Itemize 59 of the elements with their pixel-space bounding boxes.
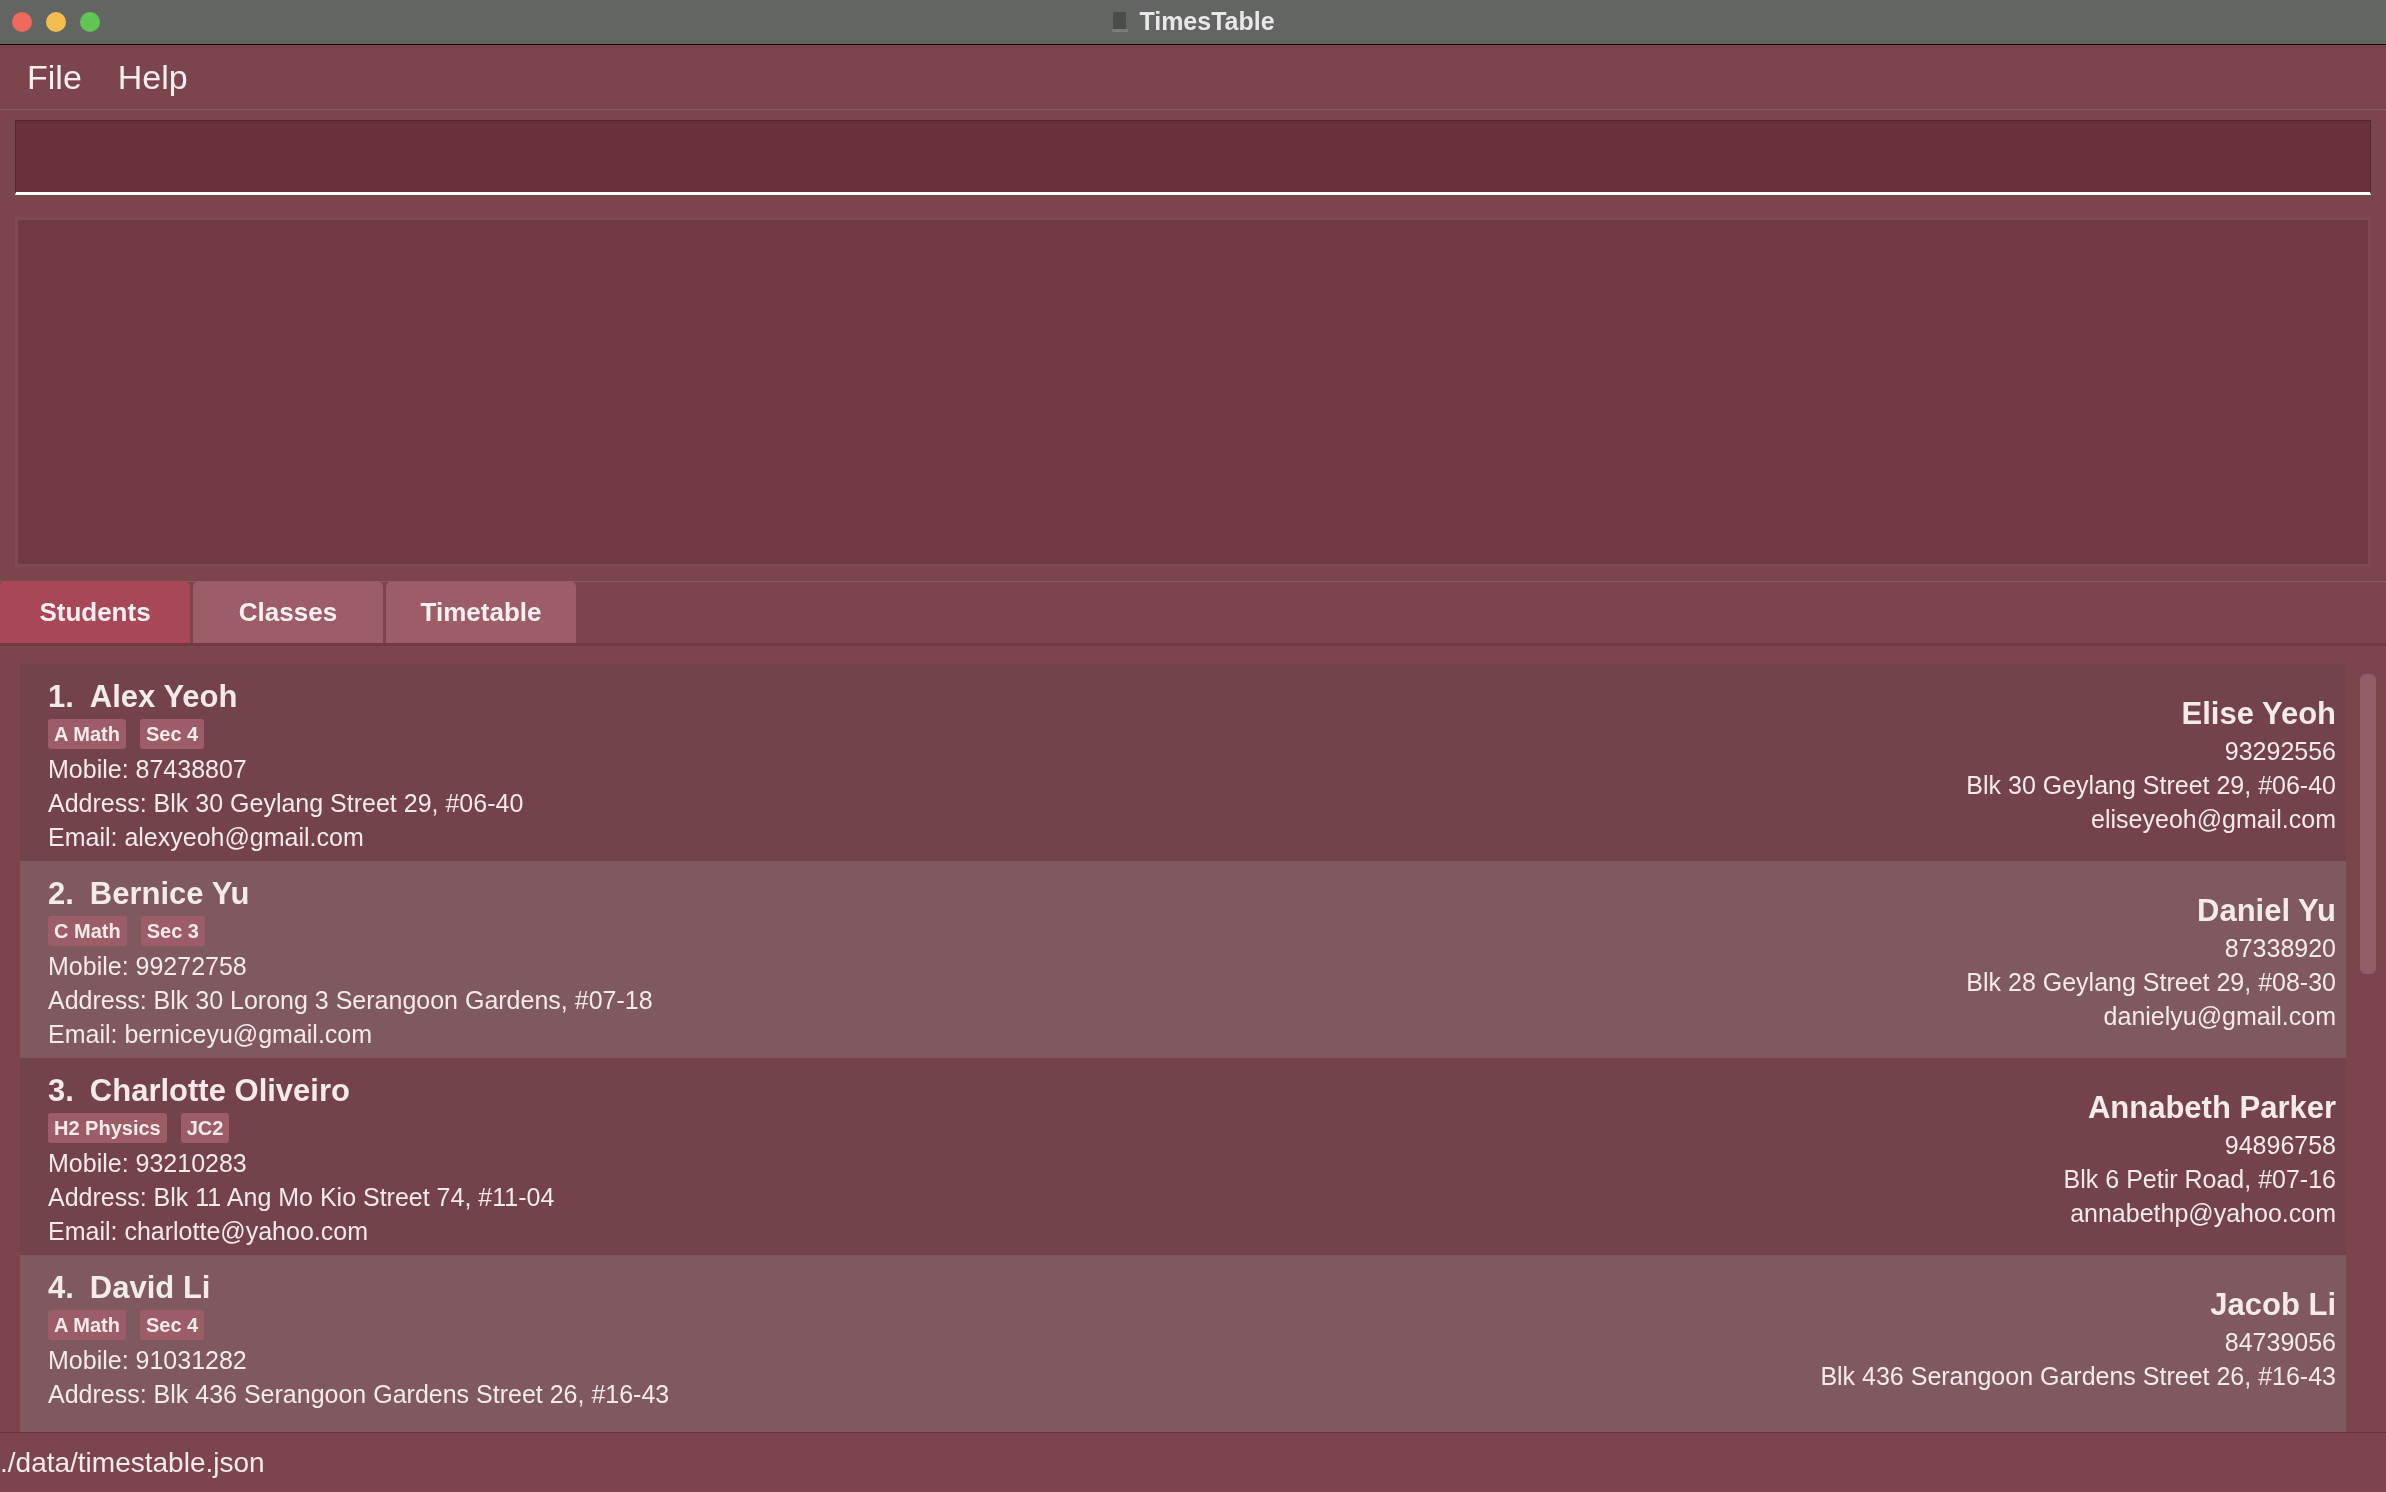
tag: Sec 3 [140, 916, 205, 946]
close-button[interactable] [12, 12, 32, 32]
tab[interactable]: Classes [193, 581, 383, 643]
parent-phone: 93292556 [2224, 736, 2336, 767]
student-name: Charlotte Oliveiro [89, 1072, 350, 1110]
tag: A Math [48, 719, 126, 749]
tab[interactable]: Timetable [386, 581, 576, 643]
student-name: Bernice Yu [89, 875, 250, 913]
tag: Sec 4 [139, 719, 205, 749]
student-index: 2. [48, 875, 74, 913]
tag: C Math [48, 916, 127, 946]
student-card[interactable]: 2. Bernice Yu C Math Sec 3 Mobile: 99272758 Address: Blk 30 Lorong 3 Serangoon Gardens, #07-18 Email: berniceyu@gmail.com Daniel Yu 87338920 Blk 28 Geylang Street 29, #08-30 danielyu@gmail.com [20, 861, 2346, 1058]
student-card[interactable]: 1. Alex Yeoh A Math Sec 4 Mobile: 87438807 Address: Blk 30 Geylang Street 29, #06-40 Email: alexyeoh@gmail.com Elise Yeoh 93292556 Blk 30 Geylang Street 29, #06-40 eliseyeoh@gmail.com [20, 664, 2346, 861]
parent-name: Elise Yeoh [2181, 695, 2336, 733]
parent-phone: 94896758 [2224, 1130, 2336, 1161]
parent-name: Daniel Yu [2197, 892, 2336, 930]
tag: Sec 4 [139, 1310, 205, 1340]
tag: A Math [48, 1310, 126, 1340]
minimize-button[interactable] [46, 12, 66, 32]
status-bar-path: ./data/timestable.json [0, 1445, 265, 1480]
student-email: Email: charlotte@yahoo.com [48, 1216, 369, 1247]
student-index: 3. [48, 1072, 74, 1110]
parent-address: Blk 6 Petir Road, #07-16 [2063, 1164, 2336, 1195]
student-address: Address: Blk 436 Serangoon Gardens Street 26, #16-43 [48, 1379, 670, 1410]
parent-email: eliseyeoh@gmail.com [2091, 804, 2336, 835]
parent-address: Blk 28 Geylang Street 29, #08-30 [1966, 967, 2336, 998]
student-address: Address: Blk 30 Geylang Street 29, #06-40 [48, 788, 524, 819]
student-index: 1. [48, 678, 74, 716]
menu-item[interactable]: File [27, 51, 82, 103]
student-index: 4. [48, 1269, 74, 1307]
student-address: Address: Blk 30 Lorong 3 Serangoon Gardens, #07-18 [48, 985, 653, 1016]
parent-phone: 84739056 [2224, 1327, 2336, 1358]
student-mobile: Mobile: 87438807 [48, 754, 248, 785]
student-mobile: Mobile: 93210283 [48, 1148, 248, 1179]
parent-address: Blk 436 Serangoon Gardens Street 26, #16-43 [1820, 1361, 2336, 1392]
student-card[interactable]: 3. Charlotte Oliveiro H2 Physics JC2 Mobile: 93210283 Address: Blk 11 Ang Mo Kio Street 74, #11-04 Email: charlotte@yahoo.com Annabeth Parker 94896758 Blk 6 Petir Road, #07-16 annabethp@yahoo.com [20, 1058, 2346, 1255]
parent-email: annabethp@yahoo.com [2070, 1198, 2336, 1229]
student-name: Alex Yeoh [89, 678, 238, 716]
command-input[interactable] [15, 120, 2371, 195]
tag: H2 Physics [48, 1113, 167, 1143]
student-address: Address: Blk 11 Ang Mo Kio Street 74, #11-04 [48, 1182, 555, 1213]
student-email: Email: alexyeoh@gmail.com [48, 822, 365, 853]
parent-name: Annabeth Parker [2087, 1089, 2336, 1127]
student-email: Email: berniceyu@gmail.com [48, 1019, 374, 1050]
scrollbar-thumb[interactable] [2360, 674, 2376, 974]
tab[interactable]: Students [0, 581, 190, 643]
parent-email: danielyu@gmail.com [2103, 1001, 2336, 1032]
student-name: David Li [89, 1269, 211, 1307]
parent-name: Jacob Li [2210, 1286, 2336, 1324]
student-mobile: Mobile: 99272758 [48, 951, 248, 982]
student-mobile: Mobile: 91031282 [48, 1345, 248, 1376]
parent-phone: 87338920 [2224, 933, 2336, 964]
book-icon [1111, 10, 1130, 34]
parent-address: Blk 30 Geylang Street 29, #06-40 [1966, 770, 2336, 801]
student-card[interactable]: 4. David Li A Math Sec 4 Mobile: 91031282 Address: Blk 436 Serangoon Gardens Street 26, #16-43 Jacob Li 84739056 Blk 436 Serangoon Gardens Street 26, #16-43 [20, 1255, 2346, 1432]
zoom-button[interactable] [80, 12, 100, 32]
menu-item[interactable]: Help [117, 51, 188, 103]
tag: JC2 [180, 1113, 230, 1143]
window-title: TimesTable [1139, 6, 1275, 38]
